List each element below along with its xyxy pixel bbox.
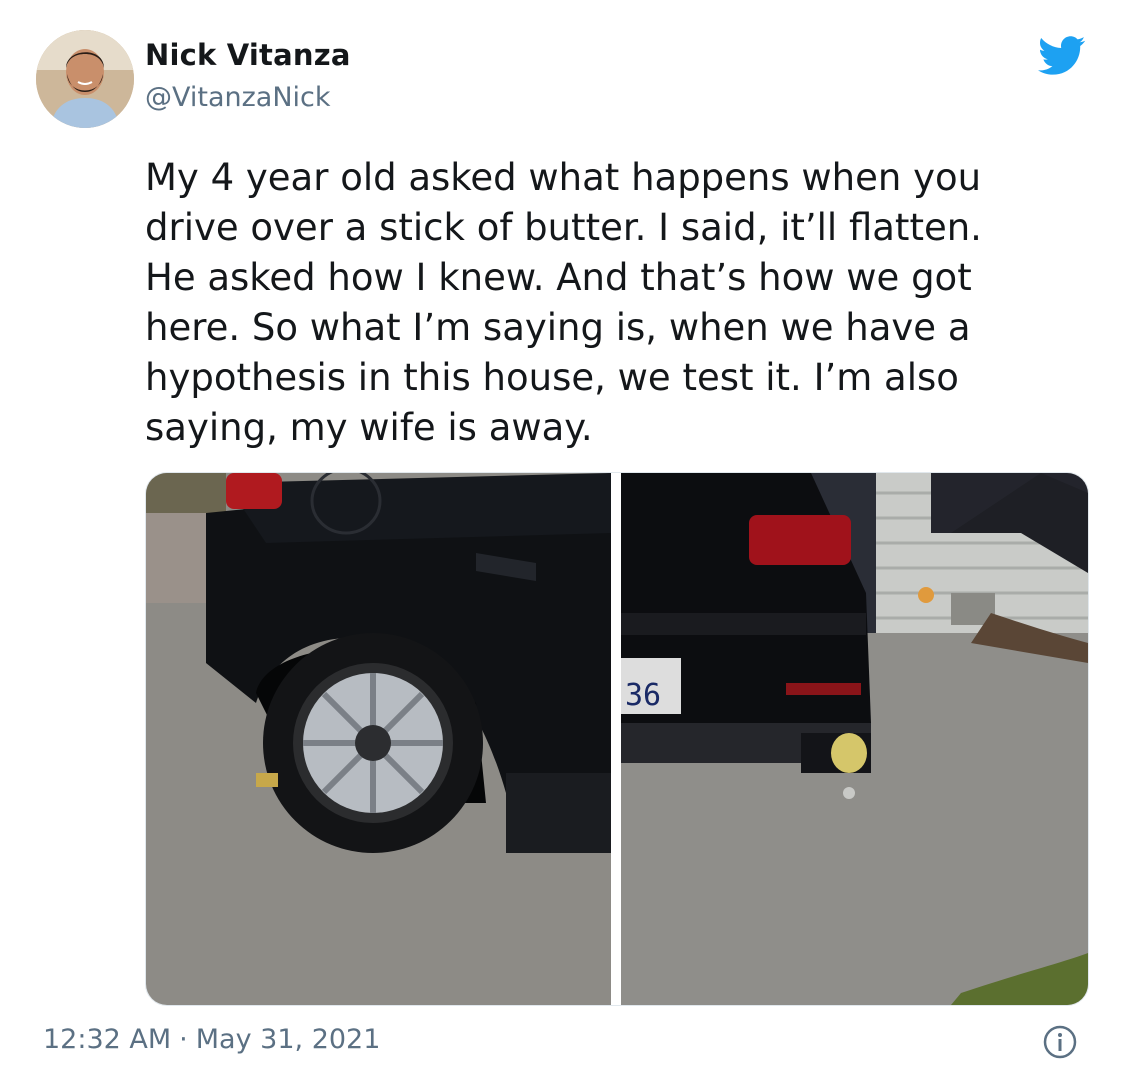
tweet-line: My 4 year old asked what happens when yo… bbox=[145, 156, 982, 199]
photo-car-rear[interactable]: 36 bbox=[621, 473, 1088, 1005]
license-plate-text: 36 bbox=[625, 678, 661, 713]
avatar[interactable] bbox=[36, 30, 134, 128]
tweet-timestamp[interactable]: 12:32 AM · May 31, 2021 bbox=[43, 1024, 380, 1055]
info-icon[interactable] bbox=[1042, 1024, 1078, 1060]
twitter-bird-icon[interactable] bbox=[1038, 36, 1086, 76]
user-handle[interactable]: @VitanzaNick bbox=[145, 82, 331, 113]
tweet-line: saying, my wife is away. bbox=[145, 406, 593, 449]
media-grid: 36 bbox=[145, 472, 1089, 1006]
tweet-text: My 4 year old asked what happens when yo… bbox=[145, 153, 1085, 453]
tweet-line: here. So what I’m saying is, when we hav… bbox=[145, 306, 971, 349]
separator-dot: · bbox=[179, 1024, 188, 1055]
display-name[interactable]: Nick Vitanza bbox=[145, 38, 351, 72]
tweet-date: May 31, 2021 bbox=[195, 1024, 381, 1055]
tweet-card: Nick Vitanza @VitanzaNick My 4 year old … bbox=[0, 0, 1125, 1080]
tweet-line: drive over a stick of butter. I said, it… bbox=[145, 206, 982, 249]
tweet-line: hypothesis in this house, we test it. I’… bbox=[145, 356, 959, 399]
tweet-time: 12:32 AM bbox=[43, 1024, 172, 1055]
tweet-line: He asked how I knew. And that’s how we g… bbox=[145, 256, 972, 299]
photo-car-side[interactable] bbox=[146, 473, 611, 1005]
